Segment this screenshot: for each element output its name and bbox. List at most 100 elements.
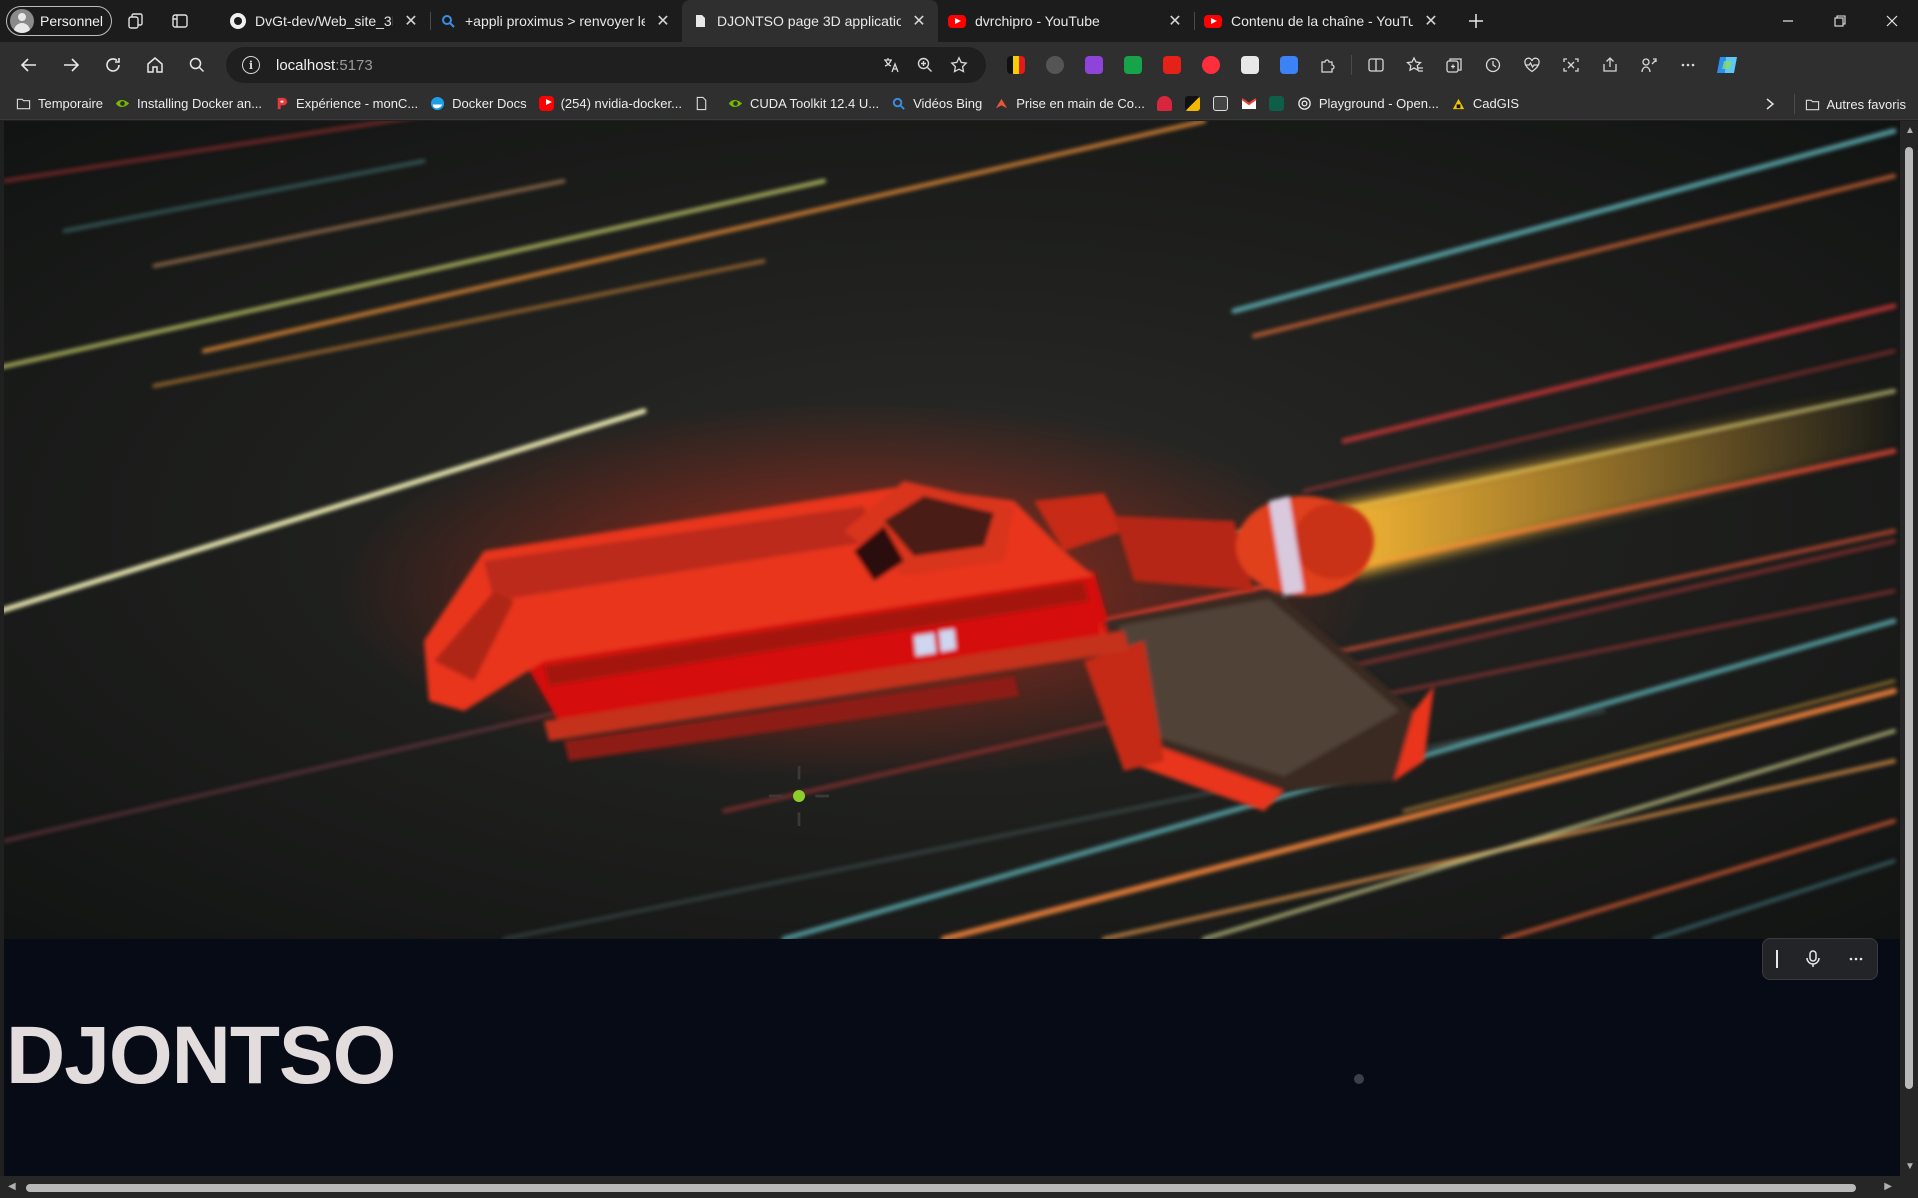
bookmark-installing-docker[interactable]: Installing Docker an...	[109, 90, 268, 118]
bookmark-dark-icon[interactable]	[1207, 90, 1235, 118]
tab-youtube-dvrchipro[interactable]: dvrchipro - YouTube ✕	[938, 0, 1194, 42]
other-favorites[interactable]: Autres favoris	[1799, 90, 1912, 118]
close-icon[interactable]: ✕	[910, 12, 928, 30]
zoom-icon	[917, 57, 932, 72]
new-tab-button[interactable]	[1456, 5, 1496, 37]
scroll-right-icon[interactable]: ▶	[1884, 1181, 1892, 1192]
bookmark-experience[interactable]: Expérience - monC...	[268, 90, 424, 118]
text-cursor-icon[interactable]	[1776, 950, 1779, 968]
tab-djontso[interactable]: DJONTSO page 3D application ✕	[682, 0, 938, 42]
refresh-button[interactable]	[92, 47, 134, 83]
tab-title: dvrchipro - YouTube	[975, 13, 1100, 29]
forward-arrow-icon	[64, 58, 80, 72]
microphone-icon[interactable]	[1805, 950, 1821, 968]
scroll-left-icon[interactable]: ◀	[8, 1181, 16, 1192]
bookmark-label: Temporaire	[38, 96, 104, 111]
extension-screen[interactable]	[1269, 47, 1308, 83]
close-window-button[interactable]	[1866, 0, 1918, 42]
extension-green[interactable]	[1113, 47, 1152, 83]
close-icon[interactable]: ✕	[654, 12, 672, 30]
code-icon	[1269, 96, 1285, 111]
extensions-button[interactable]	[1308, 47, 1347, 83]
bookmark-playground[interactable]: Playground - Open...	[1291, 90, 1445, 118]
forward-button[interactable]	[50, 47, 92, 83]
tab-bing-search[interactable]: +appli proximus > renvoyer le p ✕	[430, 0, 682, 42]
extension-purple[interactable]	[1074, 47, 1113, 83]
workspaces-icon	[128, 13, 143, 29]
share-button[interactable]	[1590, 47, 1629, 83]
tab-title: DvGt-dev/Web_site_3D_anime_B	[255, 13, 393, 29]
tab-github[interactable]: DvGt-dev/Web_site_3D_anime_B ✕	[220, 0, 430, 42]
youtube-icon	[538, 96, 554, 111]
bookmark-nvidia-docker[interactable]: (254) nvidia-docker...	[533, 90, 688, 118]
copilot-button[interactable]	[1707, 47, 1746, 83]
horizontal-scroll-thumb[interactable]	[26, 1184, 1856, 1192]
scroll-down-icon[interactable]: ▼	[1905, 1161, 1915, 1172]
browser-essentials-button[interactable]	[1629, 47, 1668, 83]
search-button[interactable]	[176, 47, 218, 83]
bookmark-cadgis[interactable]: CadGIS	[1445, 90, 1525, 118]
more-bookmarks-button[interactable]	[1750, 90, 1790, 118]
workspaces-button[interactable]	[116, 5, 156, 37]
collections-button[interactable]	[1434, 47, 1473, 83]
favorites-button[interactable]	[1395, 47, 1434, 83]
openai-icon	[1298, 97, 1311, 110]
profile-button[interactable]: Personnel	[6, 6, 112, 36]
arrow-icon	[996, 98, 1008, 109]
vertical-scrollbar[interactable]: ▲ ▼	[1900, 121, 1918, 1176]
bookmark-bw-icon[interactable]	[1179, 90, 1207, 118]
bookmark-page[interactable]	[688, 90, 722, 118]
translate-button[interactable]	[874, 56, 908, 74]
extension-be[interactable]	[996, 47, 1035, 83]
extension-red-play[interactable]	[1191, 47, 1230, 83]
close-icon[interactable]: ✕	[1166, 12, 1184, 30]
screen-icon	[1279, 56, 1298, 74]
close-icon[interactable]: ✕	[1422, 12, 1440, 30]
bookmark-cuda-toolkit[interactable]: CUDA Toolkit 12.4 U...	[722, 90, 885, 118]
bookmark-label: Vidéos Bing	[913, 96, 983, 111]
sheet-icon	[1123, 56, 1142, 74]
split-screen-button[interactable]	[1356, 47, 1395, 83]
scroll-up-icon[interactable]: ▲	[1905, 125, 1915, 136]
3d-scene-canvas[interactable]	[4, 121, 1900, 939]
restore-button[interactable]	[1814, 0, 1866, 42]
tab-youtube-contenu[interactable]: Contenu de la chaîne - YouTube ✕	[1194, 0, 1450, 42]
minimize-button[interactable]	[1762, 0, 1814, 42]
be-flag-icon	[1006, 56, 1025, 74]
bookmark-videos-bing[interactable]: Vidéos Bing	[885, 90, 988, 118]
address-bar[interactable]: i localhost:5173	[226, 47, 986, 83]
bookmark-teal-icon[interactable]	[1263, 90, 1291, 118]
site-info-icon[interactable]: i	[242, 56, 260, 74]
youtube-icon	[948, 14, 966, 28]
screenshot-button[interactable]	[1551, 47, 1590, 83]
favorite-star-button[interactable]	[942, 56, 976, 74]
extension-youtube[interactable]	[1152, 47, 1191, 83]
bookmark-label: Playground - Open...	[1318, 96, 1439, 111]
extension-puzzle[interactable]	[1230, 47, 1269, 83]
navigation-toolbar: i localhost:5173	[0, 42, 1918, 88]
bookmark-red-icon[interactable]	[1151, 90, 1179, 118]
vertical-scroll-thumb[interactable]	[1905, 147, 1913, 1089]
bookmark-label: Prise en main de Co...	[1016, 96, 1145, 111]
bookmark-gmail[interactable]	[1235, 90, 1263, 118]
horizontal-scrollbar[interactable]: ◀ ▶	[0, 1176, 1918, 1198]
folder-icon	[16, 98, 31, 110]
bookmark-temporaire[interactable]: Temporaire	[10, 90, 109, 118]
brand-title: DJONTSO	[6, 1010, 396, 1101]
performance-button[interactable]	[1512, 47, 1551, 83]
bookmark-docker-docs[interactable]: Docker Docs	[424, 90, 532, 118]
back-button[interactable]	[8, 47, 50, 83]
extension-cloud[interactable]	[1035, 47, 1074, 83]
history-button[interactable]	[1473, 47, 1512, 83]
bookmark-prise-en-main[interactable]: Prise en main de Co...	[988, 90, 1151, 118]
star-icon	[950, 56, 968, 73]
share-icon	[1602, 57, 1617, 72]
settings-menu-button[interactable]	[1668, 47, 1707, 83]
split-screen-icon	[1367, 58, 1384, 72]
play-icon	[1201, 56, 1220, 74]
zoom-button[interactable]	[908, 56, 942, 74]
close-icon[interactable]: ✕	[402, 12, 420, 30]
tab-actions-button[interactable]	[160, 5, 200, 37]
more-icon[interactable]	[1848, 951, 1864, 967]
home-button[interactable]	[134, 47, 176, 83]
